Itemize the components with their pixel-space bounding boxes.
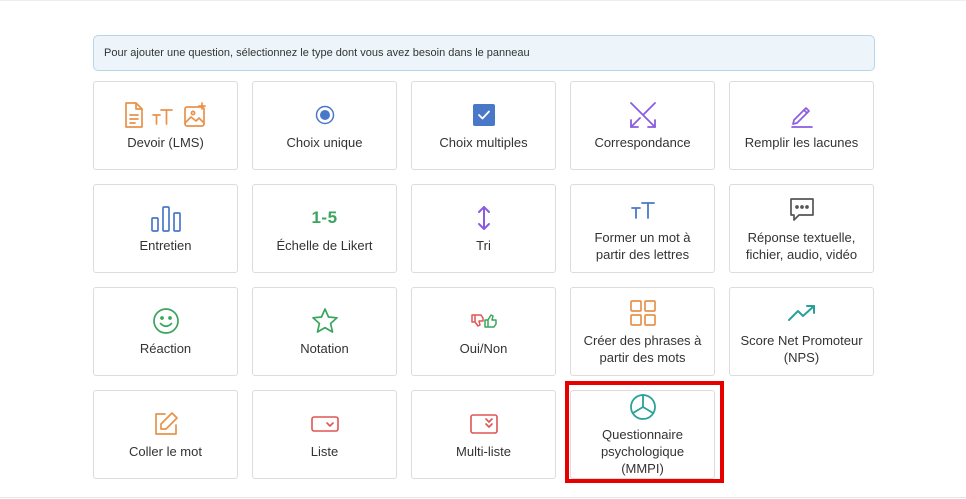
tile-label: Oui/Non: [459, 341, 508, 356]
tile-nps[interactable]: Score Net Promoteur (NPS): [729, 287, 874, 376]
checkbox-icon: [472, 100, 496, 130]
tile-label: Notation: [300, 341, 349, 356]
pencil-icon: [788, 100, 816, 130]
pie-chart-icon: [629, 392, 657, 422]
likert-scale-text: 1-5: [311, 208, 338, 227]
tile-label: Choix multiples: [439, 135, 528, 150]
tile-mmpi[interactable]: Questionnaire psychologique (MMPI): [570, 390, 715, 479]
edit-box-icon: [152, 409, 180, 439]
dropdown-icon: [310, 409, 339, 439]
tile-label: Questionnaire psychologique (MMPI): [600, 427, 685, 476]
tile-interview[interactable]: Entretien: [93, 184, 238, 273]
tile-reaction[interactable]: Réaction: [93, 287, 238, 376]
tile-label: Devoir (LMS): [127, 135, 204, 150]
tile-multiple-choice[interactable]: Choix multiples: [411, 81, 556, 170]
tile-paste-word[interactable]: Coller le mot: [93, 390, 238, 479]
matching-arrows-icon: [628, 100, 658, 130]
tile-list[interactable]: Liste: [252, 390, 397, 479]
tile-yes-no[interactable]: Oui/Non: [411, 287, 556, 376]
tile-label: Correspondance: [594, 135, 691, 150]
tile-label: Remplir les lacunes: [744, 135, 859, 150]
tile-label: Score Net Promoteur (NPS): [740, 332, 863, 365]
tile-text-response[interactable]: Réponse textuelle, fichier, audio, vidéo: [729, 184, 874, 273]
tile-label: Réponse textuelle, fichier, audio, vidéo: [745, 229, 858, 262]
tile-label: Choix unique: [286, 135, 363, 150]
sort-arrows-icon: [476, 203, 492, 233]
comment-icon: [788, 195, 816, 225]
radio-icon: [314, 100, 336, 130]
tile-label: Coller le mot: [129, 444, 202, 459]
tile-form-word[interactable]: Former un mot à partir des lettres: [570, 184, 715, 273]
question-type-grid: Devoir (LMS) Choix unique Choix multiple…: [93, 81, 874, 479]
tile-likert-scale[interactable]: 1-5 Échelle de Likert: [252, 184, 397, 273]
text-size-icon: [630, 195, 656, 225]
tile-label: Multi-liste: [456, 444, 511, 459]
bar-chart-icon: [150, 203, 182, 233]
info-banner: Pour ajouter une question, sélectionnez …: [93, 35, 875, 71]
tile-create-sentences[interactable]: Créer des phrases à partir des mots: [570, 287, 715, 376]
tile-rating[interactable]: Notation: [252, 287, 397, 376]
thumbs-icon: [470, 306, 498, 336]
top-divider: [0, 0, 966, 1]
tile-fill-gaps[interactable]: Remplir les lacunes: [729, 81, 874, 170]
grid-icon: [629, 298, 657, 328]
bottom-divider: [0, 497, 966, 498]
trending-up-icon: [787, 298, 817, 328]
tile-label: Échelle de Likert: [276, 238, 373, 253]
tile-multi-list[interactable]: Multi-liste: [411, 390, 556, 479]
tile-label: Former un mot à partir des lettres: [594, 229, 691, 262]
multi-dropdown-icon: [469, 409, 498, 439]
tile-matching[interactable]: Correspondance: [570, 81, 715, 170]
tile-label: Entretien: [139, 238, 192, 253]
question-type-panel: Pour ajouter une question, sélectionnez …: [0, 0, 966, 499]
likert-scale-icon: 1-5: [311, 203, 337, 233]
tile-label: Liste: [310, 444, 339, 459]
tile-assignment[interactable]: Devoir (LMS): [93, 81, 238, 170]
star-icon: [311, 306, 339, 336]
tile-single-choice[interactable]: Choix unique: [252, 81, 397, 170]
info-banner-text: Pour ajouter une question, sélectionnez …: [104, 47, 530, 59]
smile-icon: [152, 306, 180, 336]
tile-label: Réaction: [139, 341, 192, 356]
assignment-icons: [123, 100, 209, 130]
tile-sort[interactable]: Tri: [411, 184, 556, 273]
tile-label: Tri: [476, 238, 491, 253]
tile-label: Créer des phrases à partir des mots: [583, 332, 702, 365]
